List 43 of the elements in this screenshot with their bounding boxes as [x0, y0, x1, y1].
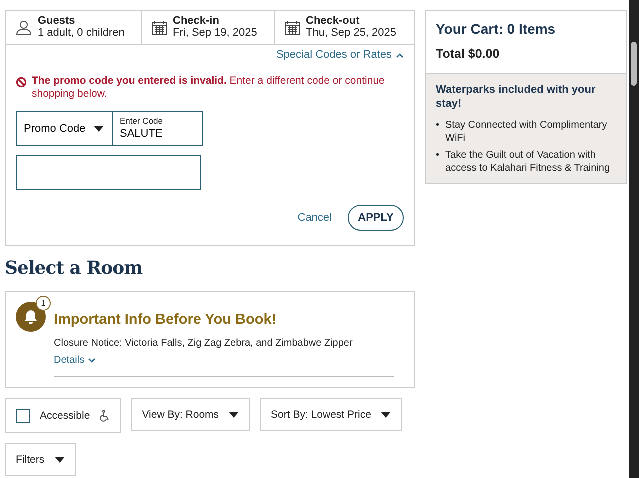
calendar-icon: [152, 20, 167, 35]
caret-icon: [381, 412, 392, 418]
scrollbar[interactable]: [629, 0, 639, 478]
field-value[interactable]: Fri, Sep 19, 2025: [173, 27, 258, 40]
count-badge: 1: [36, 296, 51, 311]
input-field[interactable]: [16, 155, 201, 190]
field-label: Check-in: [173, 15, 220, 27]
error-message: The promo code you entered is invalid. Enter a different code or continue shopping below.: [32, 75, 386, 101]
cancel-link[interactable]: Cancel: [292, 211, 338, 225]
field-value[interactable]: 1 adult, 0 children: [38, 27, 125, 40]
prohibited-icon: [16, 77, 27, 88]
perk-item: Stay Connected with Complimentary WiFi: [446, 119, 608, 145]
dropdown[interactable]: Filters: [5, 443, 76, 476]
caret-icon: [54, 456, 65, 462]
bell-icon: [16, 302, 46, 332]
wheelchair-icon: [100, 410, 110, 422]
field-value[interactable]: Thu, Sep 25, 2025: [306, 27, 397, 40]
cart-total: Total $0.00: [435, 46, 501, 63]
checkbox[interactable]: [16, 408, 30, 422]
chevron-icon: [88, 358, 96, 363]
bullet: •: [436, 149, 440, 163]
notice-title: Important Info Before You Book!: [54, 312, 278, 328]
section-heading: Select a Room: [5, 258, 144, 279]
scrollbar-thumb[interactable]: [631, 42, 637, 86]
dropdown[interactable]: View By: Rooms: [131, 398, 250, 431]
cart-title: Your Cart: 0 Items: [435, 20, 557, 37]
bullet: •: [436, 119, 440, 133]
caret-icon: [94, 126, 104, 132]
chevron-icon: [396, 52, 404, 58]
field-label: Guests: [38, 15, 76, 27]
apply-button[interactable]: APPLY: [348, 205, 404, 231]
dropdown[interactable]: Sort By: Lowest Price: [260, 398, 402, 431]
field-label: Check-out: [306, 15, 361, 27]
person-icon: [16, 20, 32, 36]
details-link[interactable]: Details: [54, 355, 96, 366]
field-label: Enter Code: [120, 116, 164, 126]
perk-item: Take the Guilt out of Vacation with access to Kalahari Fitness & Training: [446, 149, 612, 175]
calendar-icon: [285, 20, 300, 35]
promo-title: Waterparks included with your stay!: [436, 83, 597, 111]
accessible-filter[interactable]: Accessible: [5, 398, 122, 433]
caret-icon: [229, 412, 240, 418]
notice-text: Closure Notice: Victoria Falls, Zig Zag Zebra, and Zimbabwe Zipper: [54, 338, 354, 349]
special-codes-toggle[interactable]: Special Codes or Rates: [276, 49, 404, 61]
